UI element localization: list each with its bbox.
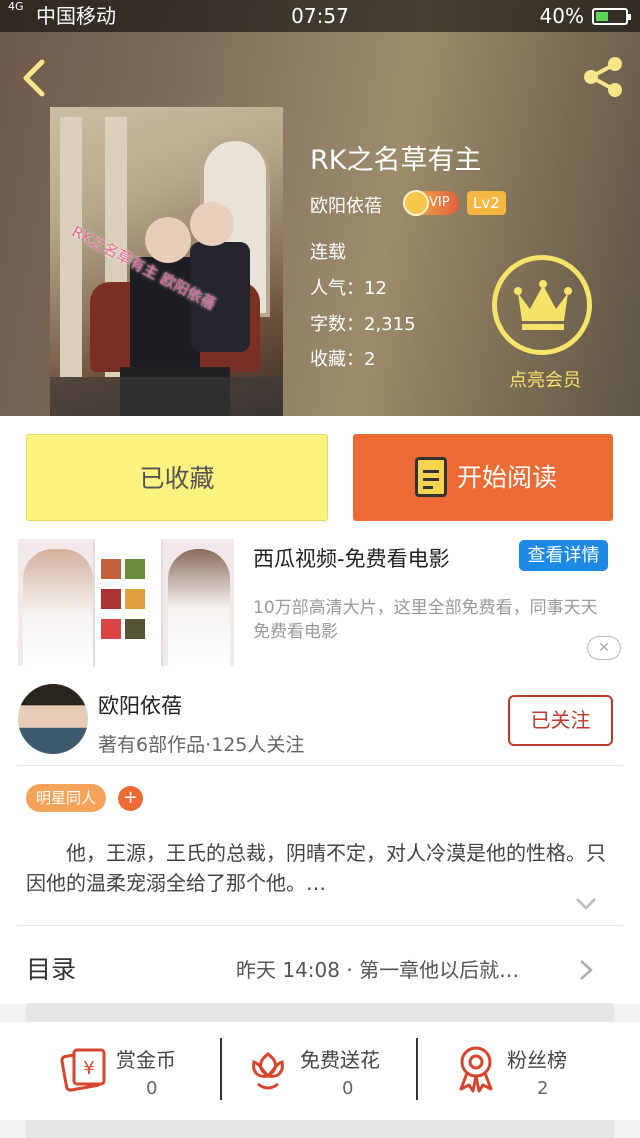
chevron-right-icon xyxy=(580,960,593,980)
support-label: 粉丝榜 xyxy=(507,1048,567,1072)
table-of-contents-row[interactable]: 目录 昨天 14:08 · 第一章他以后就… xyxy=(0,936,640,1004)
support-bar: ¥ 赏金币 0 免费送花 0 粉丝榜 2 xyxy=(0,1022,640,1120)
start-reading-button[interactable]: 开始阅读 xyxy=(353,434,613,521)
gold-coin-icon: ¥ xyxy=(60,1048,106,1092)
divider xyxy=(18,925,622,926)
divider xyxy=(416,1038,418,1100)
chevron-left-icon xyxy=(23,59,45,97)
book-header: 4G 中国移动 07:57 40% RK之名草有主 欧阳依蓓 RK之名草有主 欧… xyxy=(0,0,640,416)
cover-face xyxy=(190,202,234,246)
support-label: 免费送花 xyxy=(300,1048,380,1072)
cover-face xyxy=(145,217,191,263)
support-count: 0 xyxy=(342,1078,354,1099)
chevron-down-icon[interactable] xyxy=(575,896,597,912)
book-cover[interactable]: RK之名草有主 欧阳依蓓 xyxy=(50,107,283,416)
synopsis-section: 明星同人 + 他，王源，王氏的总裁，阴晴不定，对人冷漠是他的性格。只因他的温柔宠… xyxy=(0,768,640,936)
author-name[interactable]: 欧阳依蓓 xyxy=(98,690,182,720)
crown-icon xyxy=(514,280,572,330)
add-tag-button[interactable]: + xyxy=(118,786,143,811)
support-count: 2 xyxy=(537,1078,549,1099)
book-author[interactable]: 欧阳依蓓 xyxy=(310,192,382,218)
toc-label: 目录 xyxy=(26,955,77,984)
ad-details-button[interactable]: 查看详情 xyxy=(519,540,608,571)
award-ribbon-icon xyxy=(459,1046,493,1093)
start-reading-label: 开始阅读 xyxy=(457,463,558,492)
divider xyxy=(220,1038,222,1100)
crown-icon xyxy=(403,190,429,216)
divider xyxy=(18,765,622,766)
svg-text:¥: ¥ xyxy=(83,1058,94,1079)
vip-badge: VIP xyxy=(403,190,459,216)
tag-chip[interactable]: 明星同人 xyxy=(26,784,107,812)
serial-status: 连载 xyxy=(310,242,346,263)
fan-ranking-button[interactable]: 粉丝榜 2 xyxy=(455,1022,595,1120)
favorited-button[interactable]: 已收藏 xyxy=(26,434,328,521)
cover-column xyxy=(60,117,82,377)
popularity-stat: 人气：12 xyxy=(310,278,387,299)
level-badge: Lv2 xyxy=(467,191,506,215)
reward-coins-button[interactable]: ¥ 赏金币 0 xyxy=(58,1022,208,1120)
ad-model-left xyxy=(23,549,93,666)
send-flower-button[interactable]: 免费送花 0 xyxy=(248,1022,408,1120)
word-count-stat: 字数：2,315 xyxy=(310,314,416,335)
synopsis-text: 他，王源，王氏的总裁，阴晴不定，对人冷漠是他的性格。只因他的温柔宠溺全给了那个他… xyxy=(26,841,606,895)
latest-chapter[interactable]: 昨天 14:08 · 第一章他以后就… xyxy=(236,954,519,983)
author-card[interactable]: 欧阳依蓓 著有6部作品·125人关注 已关注 xyxy=(0,674,640,768)
member-button[interactable] xyxy=(492,255,596,355)
support-label: 赏金币 xyxy=(116,1048,176,1072)
battery-icon xyxy=(592,8,631,25)
ad-banner[interactable]: 西瓜视频-免费看电影 查看详情 10万部高清大片，这里全部免费看，同事天天免费看… xyxy=(0,536,640,674)
share-button[interactable] xyxy=(580,54,626,100)
follow-button[interactable]: 已关注 xyxy=(508,695,613,746)
ad-description: 10万部高清大片，这里全部免费看，同事天天免费看电影 xyxy=(253,598,598,642)
book-icon xyxy=(415,457,447,497)
battery-percent: 40% xyxy=(539,4,584,28)
section-gap xyxy=(26,1120,614,1138)
author-stats: 著有6部作品·125人关注 xyxy=(98,734,305,756)
favorites-stat: 收藏：2 xyxy=(310,349,376,370)
ad-close-button[interactable]: ✕ xyxy=(587,636,621,660)
cover-floor xyxy=(50,377,283,416)
ad-title[interactable]: 西瓜视频-免费看电影 xyxy=(253,543,450,573)
share-icon xyxy=(584,57,622,97)
flower-icon xyxy=(252,1052,284,1090)
ad-model-right xyxy=(168,549,230,666)
status-bar: 4G 中国移动 07:57 40% xyxy=(0,0,640,32)
avatar[interactable] xyxy=(18,684,88,754)
section-gap xyxy=(26,1003,614,1022)
ad-phone-screenshot xyxy=(93,539,163,666)
vip-label: VIP xyxy=(429,195,450,210)
support-count: 0 xyxy=(146,1078,158,1099)
action-bar: 已收藏 开始阅读 xyxy=(0,416,640,536)
book-title: RK之名草有主 xyxy=(310,145,482,176)
back-button[interactable] xyxy=(18,58,50,98)
ad-image[interactable] xyxy=(18,539,234,666)
member-label[interactable]: 点亮会员 xyxy=(495,366,595,392)
